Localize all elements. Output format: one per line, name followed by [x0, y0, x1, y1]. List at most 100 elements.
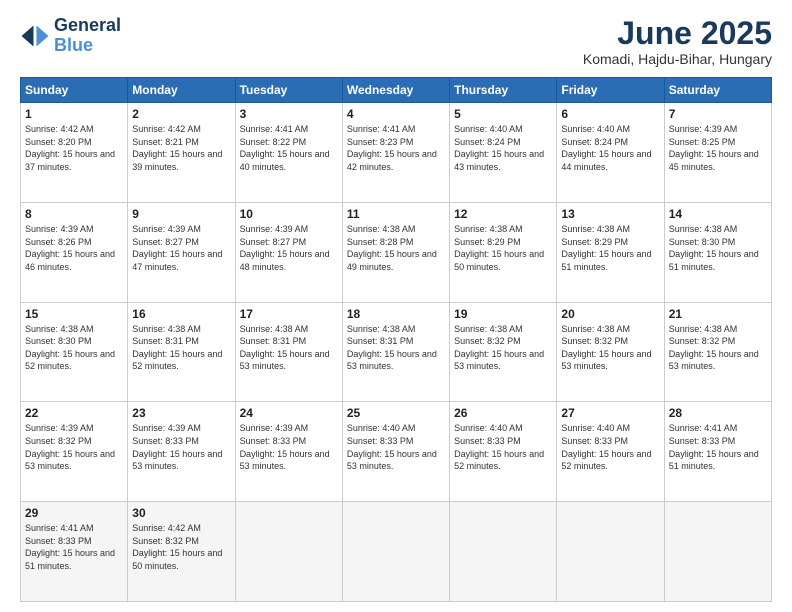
calendar-week-row: 1 Sunrise: 4:42 AMSunset: 8:20 PMDaylight…: [21, 103, 772, 203]
header: General Blue June 2025 Komadi, Hajdu-Bih…: [20, 16, 772, 67]
day-number: 19: [454, 307, 552, 321]
day-info: Sunrise: 4:39 AMSunset: 8:27 PMDaylight:…: [240, 223, 338, 273]
table-row: 21Sunrise: 4:38 AMSunset: 8:32 PMDayligh…: [664, 302, 771, 402]
table-row: 26 Sunrise: 4:40 AMSunset: 8:33 PMDayligh…: [450, 402, 557, 502]
day-info: Sunrise: 4:39 AMSunset: 8:25 PMDaylight:…: [669, 123, 767, 173]
table-row: 29Sunrise: 4:41 AMSunset: 8:33 PMDayligh…: [21, 502, 128, 602]
day-number: 1: [25, 107, 123, 121]
table-row: 18 Sunrise: 4:38 AMSunset: 8:31 PMDayligh…: [342, 302, 449, 402]
day-info: Sunrise: 4:39 AMSunset: 8:33 PMDaylight:…: [240, 422, 338, 472]
logo-text: General Blue: [54, 16, 121, 56]
day-info: Sunrise: 4:38 AMSunset: 8:31 PMDaylight:…: [240, 323, 338, 373]
day-info: Sunrise: 4:41 AMSunset: 8:33 PMDaylight:…: [669, 422, 767, 472]
day-number: 18: [347, 307, 445, 321]
col-sunday: Sunday: [21, 78, 128, 103]
calendar-header-row: Sunday Monday Tuesday Wednesday Thursday…: [21, 78, 772, 103]
day-number: 17: [240, 307, 338, 321]
day-info: Sunrise: 4:40 AMSunset: 8:33 PMDaylight:…: [454, 422, 552, 472]
col-monday: Monday: [128, 78, 235, 103]
day-info: Sunrise: 4:38 AMSunset: 8:29 PMDaylight:…: [454, 223, 552, 273]
table-row: 15 Sunrise: 4:38 AMSunset: 8:30 PMDayligh…: [21, 302, 128, 402]
day-number: 5: [454, 107, 552, 121]
day-number: 3: [240, 107, 338, 121]
table-row: [557, 502, 664, 602]
table-row: [342, 502, 449, 602]
table-row: 20Sunrise: 4:38 AMSunset: 8:32 PMDayligh…: [557, 302, 664, 402]
table-row: 3 Sunrise: 4:41 AMSunset: 8:22 PMDaylight…: [235, 103, 342, 203]
table-row: 8 Sunrise: 4:39 AMSunset: 8:26 PMDaylight…: [21, 202, 128, 302]
subtitle: Komadi, Hajdu-Bihar, Hungary: [583, 51, 772, 67]
table-row: 6 Sunrise: 4:40 AMSunset: 8:24 PMDaylight…: [557, 103, 664, 203]
table-row: 9Sunrise: 4:39 AMSunset: 8:27 PMDaylight…: [128, 202, 235, 302]
page: General Blue June 2025 Komadi, Hajdu-Bih…: [0, 0, 792, 612]
day-info: Sunrise: 4:39 AMSunset: 8:27 PMDaylight:…: [132, 223, 230, 273]
day-info: Sunrise: 4:38 AMSunset: 8:30 PMDaylight:…: [669, 223, 767, 273]
day-number: 15: [25, 307, 123, 321]
logo-icon: [20, 21, 50, 51]
title-block: June 2025 Komadi, Hajdu-Bihar, Hungary: [583, 16, 772, 67]
day-info: Sunrise: 4:38 AMSunset: 8:29 PMDaylight:…: [561, 223, 659, 273]
day-info: Sunrise: 4:39 AMSunset: 8:33 PMDaylight:…: [132, 422, 230, 472]
day-number: 16: [132, 307, 230, 321]
logo: General Blue: [20, 16, 121, 56]
table-row: 4Sunrise: 4:41 AMSunset: 8:23 PMDaylight…: [342, 103, 449, 203]
day-info: Sunrise: 4:40 AMSunset: 8:33 PMDaylight:…: [347, 422, 445, 472]
day-number: 27: [561, 406, 659, 420]
table-row: 17 Sunrise: 4:38 AMSunset: 8:31 PMDayligh…: [235, 302, 342, 402]
table-row: 11Sunrise: 4:38 AMSunset: 8:28 PMDayligh…: [342, 202, 449, 302]
table-row: 10Sunrise: 4:39 AMSunset: 8:27 PMDayligh…: [235, 202, 342, 302]
day-info: Sunrise: 4:42 AMSunset: 8:20 PMDaylight:…: [25, 123, 123, 173]
table-row: 2Sunrise: 4:42 AMSunset: 8:21 PMDaylight…: [128, 103, 235, 203]
day-info: Sunrise: 4:38 AMSunset: 8:31 PMDaylight:…: [347, 323, 445, 373]
day-number: 22: [25, 406, 123, 420]
col-thursday: Thursday: [450, 78, 557, 103]
main-title: June 2025: [583, 16, 772, 51]
day-info: Sunrise: 4:41 AMSunset: 8:22 PMDaylight:…: [240, 123, 338, 173]
day-info: Sunrise: 4:38 AMSunset: 8:32 PMDaylight:…: [454, 323, 552, 373]
calendar-table: Sunday Monday Tuesday Wednesday Thursday…: [20, 77, 772, 602]
table-row: [450, 502, 557, 602]
day-number: 30: [132, 506, 230, 520]
table-row: 16 Sunrise: 4:38 AMSunset: 8:31 PMDayligh…: [128, 302, 235, 402]
day-info: Sunrise: 4:38 AMSunset: 8:31 PMDaylight:…: [132, 323, 230, 373]
calendar-week-row: 22 Sunrise: 4:39 AMSunset: 8:32 PMDayligh…: [21, 402, 772, 502]
table-row: [235, 502, 342, 602]
day-info: Sunrise: 4:39 AMSunset: 8:32 PMDaylight:…: [25, 422, 123, 472]
day-number: 7: [669, 107, 767, 121]
table-row: 13 Sunrise: 4:38 AMSunset: 8:29 PMDayligh…: [557, 202, 664, 302]
table-row: 1 Sunrise: 4:42 AMSunset: 8:20 PMDaylight…: [21, 103, 128, 203]
day-info: Sunrise: 4:42 AMSunset: 8:21 PMDaylight:…: [132, 123, 230, 173]
day-info: Sunrise: 4:38 AMSunset: 8:30 PMDaylight:…: [25, 323, 123, 373]
day-number: 14: [669, 207, 767, 221]
day-info: Sunrise: 4:40 AMSunset: 8:33 PMDaylight:…: [561, 422, 659, 472]
day-info: Sunrise: 4:39 AMSunset: 8:26 PMDaylight:…: [25, 223, 123, 273]
calendar-week-row: 29Sunrise: 4:41 AMSunset: 8:33 PMDayligh…: [21, 502, 772, 602]
day-info: Sunrise: 4:38 AMSunset: 8:28 PMDaylight:…: [347, 223, 445, 273]
table-row: 24Sunrise: 4:39 AMSunset: 8:33 PMDayligh…: [235, 402, 342, 502]
day-info: Sunrise: 4:40 AMSunset: 8:24 PMDaylight:…: [454, 123, 552, 173]
day-number: 26: [454, 406, 552, 420]
day-number: 8: [25, 207, 123, 221]
day-info: Sunrise: 4:38 AMSunset: 8:32 PMDaylight:…: [561, 323, 659, 373]
table-row: 30 Sunrise: 4:42 AMSunset: 8:32 PMDayligh…: [128, 502, 235, 602]
table-row: 12 Sunrise: 4:38 AMSunset: 8:29 PMDayligh…: [450, 202, 557, 302]
col-wednesday: Wednesday: [342, 78, 449, 103]
table-row: 19 Sunrise: 4:38 AMSunset: 8:32 PMDayligh…: [450, 302, 557, 402]
day-info: Sunrise: 4:42 AMSunset: 8:32 PMDaylight:…: [132, 522, 230, 572]
table-row: 25 Sunrise: 4:40 AMSunset: 8:33 PMDayligh…: [342, 402, 449, 502]
table-row: 22 Sunrise: 4:39 AMSunset: 8:32 PMDayligh…: [21, 402, 128, 502]
calendar-week-row: 15 Sunrise: 4:38 AMSunset: 8:30 PMDayligh…: [21, 302, 772, 402]
day-number: 28: [669, 406, 767, 420]
table-row: 5 Sunrise: 4:40 AMSunset: 8:24 PMDaylight…: [450, 103, 557, 203]
day-number: 13: [561, 207, 659, 221]
day-number: 25: [347, 406, 445, 420]
table-row: [664, 502, 771, 602]
day-info: Sunrise: 4:41 AMSunset: 8:23 PMDaylight:…: [347, 123, 445, 173]
day-info: Sunrise: 4:41 AMSunset: 8:33 PMDaylight:…: [25, 522, 123, 572]
day-info: Sunrise: 4:40 AMSunset: 8:24 PMDaylight:…: [561, 123, 659, 173]
day-number: 12: [454, 207, 552, 221]
day-number: 6: [561, 107, 659, 121]
day-number: 21: [669, 307, 767, 321]
col-friday: Friday: [557, 78, 664, 103]
table-row: 28 Sunrise: 4:41 AMSunset: 8:33 PMDayligh…: [664, 402, 771, 502]
